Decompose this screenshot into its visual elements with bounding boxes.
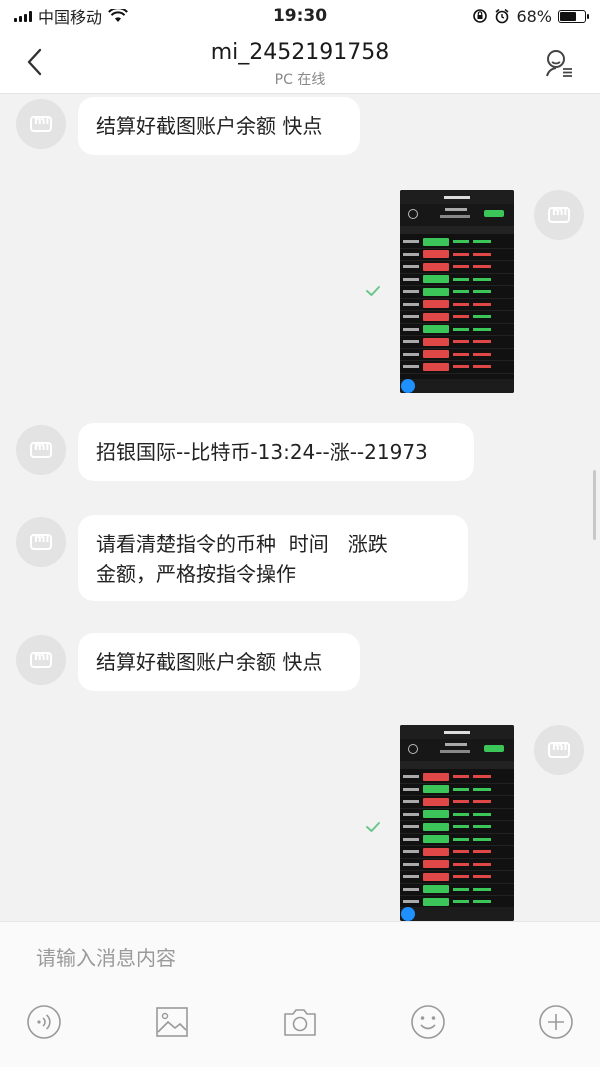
image-icon bbox=[156, 1007, 188, 1037]
message-bubble[interactable]: 招银国际--比特币-13:24--涨--21973 bbox=[78, 423, 474, 481]
mi-logo-icon bbox=[30, 650, 52, 668]
carrier-name: 中国移动 bbox=[38, 8, 103, 27]
composer: 请输入消息内容 bbox=[0, 921, 600, 1067]
message-text: 结算好截图账户余额 快点 bbox=[96, 650, 323, 674]
message-list[interactable]: 结算好截图账户余额 快点 招银国际--比特币-13:24--涨--21973 bbox=[0, 95, 600, 921]
mi-logo-icon bbox=[30, 114, 52, 132]
scrollbar-thumb[interactable] bbox=[593, 470, 596, 540]
read-check-icon bbox=[366, 822, 380, 832]
message-text-line: 金额，严格按指令操作 bbox=[96, 562, 296, 586]
emoji-icon bbox=[411, 1005, 445, 1039]
plus-icon bbox=[539, 1005, 573, 1039]
camera-button[interactable] bbox=[280, 1002, 320, 1042]
rotation-lock-icon bbox=[473, 9, 488, 23]
message-text: 招银国际--比特币-13:24--涨--21973 bbox=[96, 440, 428, 464]
contact-avatar[interactable] bbox=[16, 99, 66, 149]
contact-profile-button[interactable] bbox=[540, 44, 578, 82]
person-settings-icon bbox=[546, 50, 572, 77]
image-message[interactable] bbox=[400, 190, 514, 393]
message-bubble[interactable]: 结算好截图账户余额 快点 bbox=[78, 633, 360, 691]
mi-logo-icon bbox=[548, 205, 570, 223]
battery-percent: 68% bbox=[516, 6, 552, 26]
my-avatar[interactable] bbox=[534, 725, 584, 775]
more-button[interactable] bbox=[536, 1002, 576, 1042]
message-bubble[interactable]: 结算好截图账户余额 快点 bbox=[78, 97, 360, 155]
contact-name: mi_2452191758 bbox=[210, 40, 390, 65]
status-time: 19:30 bbox=[272, 6, 328, 26]
voice-icon bbox=[27, 1005, 61, 1039]
battery-icon bbox=[558, 9, 589, 23]
contact-avatar[interactable] bbox=[16, 517, 66, 567]
mi-logo-icon bbox=[30, 440, 52, 458]
message-text-line: 请看清楚指令的币种 时间 涨跌 bbox=[96, 532, 388, 556]
message-bubble[interactable]: 请看清楚指令的币种 时间 涨跌 金额，严格按指令操作 bbox=[78, 515, 468, 601]
composer-toolbar bbox=[0, 1002, 600, 1046]
image-message[interactable] bbox=[400, 725, 514, 921]
chat-header: mi_2452191758 PC 在线 bbox=[0, 32, 600, 94]
mi-logo-icon bbox=[548, 740, 570, 758]
contact-avatar[interactable] bbox=[16, 425, 66, 475]
image-button[interactable] bbox=[152, 1002, 192, 1042]
message-text: 结算好截图账户余额 快点 bbox=[96, 114, 323, 138]
message-input[interactable]: 请输入消息内容 bbox=[36, 942, 536, 972]
camera-icon bbox=[284, 1009, 316, 1036]
voice-button[interactable] bbox=[24, 1002, 64, 1042]
mi-logo-icon bbox=[30, 532, 52, 550]
alarm-icon bbox=[495, 8, 509, 24]
contact-avatar[interactable] bbox=[16, 635, 66, 685]
read-check-icon bbox=[366, 286, 380, 296]
my-avatar[interactable] bbox=[534, 190, 584, 240]
wifi-icon bbox=[108, 9, 128, 22]
online-status: PC 在线 bbox=[274, 72, 326, 88]
status-bar: 中国移动 19:30 68% bbox=[0, 0, 600, 32]
signal-icon bbox=[14, 10, 32, 22]
emoji-button[interactable] bbox=[408, 1002, 448, 1042]
